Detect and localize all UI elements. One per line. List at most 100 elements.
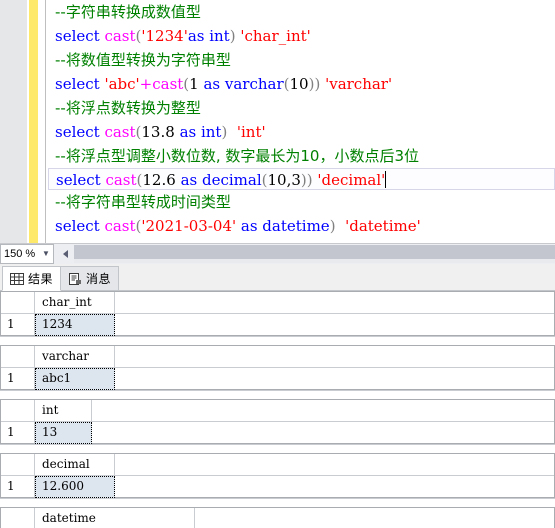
code-token-str: 'decimal' [317, 171, 386, 189]
editor-bottom-strip: 150 % ▼ [0, 243, 555, 264]
code-comment-line[interactable]: --将字符串型转成时间类型 [48, 190, 555, 214]
grid-header-filler [92, 400, 554, 422]
grid-header-filler [115, 346, 554, 368]
code-token-str: 'datetime' [345, 217, 421, 235]
grid-header-row: decimal [1, 454, 554, 476]
grid-cell[interactable]: 13 [35, 422, 92, 444]
grid-column-header[interactable]: varchar [35, 346, 115, 368]
grid-header-row: datetime [1, 508, 554, 528]
grid-column-header[interactable]: int [35, 400, 92, 422]
grid-row-number[interactable]: 1 [1, 368, 35, 390]
grid-column-header[interactable]: decimal [35, 454, 115, 476]
grid-corner-cell[interactable] [1, 508, 35, 528]
code-token-fn: cast [104, 27, 136, 45]
result-grid-body: varchar 1 abc1 [0, 345, 555, 390]
result-grid-body: int 1 13 [0, 399, 555, 444]
code-text-area[interactable]: --字符串转换成数值型 select cast('1234'as int) 'ch… [48, 0, 555, 243]
grid-header-filler [115, 454, 554, 476]
code-comment-line[interactable]: --将浮点型调整小数位数, 数字最长为10，小数点后3位 [48, 144, 555, 168]
grid-column-header[interactable]: char_int [35, 292, 115, 314]
tab-messages[interactable]: 消息 [60, 266, 120, 291]
grid-row-number[interactable]: 1 [1, 422, 35, 444]
table-row[interactable]: 1 13 [1, 422, 554, 444]
hscroll-left-button[interactable] [58, 245, 73, 263]
grid-corner-cell[interactable] [1, 454, 35, 476]
code-token-cmt: --将字符串型转成时间类型 [55, 193, 231, 211]
result-grid-body: decimal 1 12.600 [0, 453, 555, 498]
grid-header-row: varchar [1, 346, 554, 368]
grid-separator [0, 445, 555, 453]
code-token-str: 'varchar' [325, 75, 393, 93]
text-caret [385, 171, 387, 188]
grid-cell[interactable]: abc1 [35, 368, 115, 390]
chevron-down-icon[interactable]: ▼ [39, 250, 53, 258]
code-token-cmt: --将数值型转换为字符串型 [55, 51, 231, 69]
code-token-fn: cast [104, 123, 136, 141]
grid-header-filler [115, 292, 554, 314]
sql-code-editor[interactable]: --字符串转换成数值型 select cast('1234'as int) 'ch… [0, 0, 555, 243]
code-comment-line[interactable]: --字符串转换成数值型 [48, 0, 555, 24]
result-grid[interactable]: decimal 1 12.600 [0, 453, 555, 499]
code-token-fn: +cast [139, 75, 184, 93]
grid-column-header[interactable]: datetime [35, 508, 195, 528]
code-token-num: 13.8 [141, 123, 180, 141]
code-token-str: '2021-03-04' [141, 217, 237, 235]
ssms-window: --字符串转换成数值型 select cast('1234'as int) 'ch… [0, 0, 555, 528]
code-statement-line[interactable]: select cast('1234'as int) 'char_int' [48, 24, 555, 48]
triangle-left-icon [63, 250, 68, 258]
editor-margin-divider [45, 0, 46, 243]
code-comment-line[interactable]: --将浮点数转换为整型 [48, 96, 555, 120]
tab-results[interactable]: 结果 [2, 266, 62, 291]
code-token-num: 12.6 [142, 171, 181, 189]
table-row[interactable]: 1 abc1 [1, 368, 554, 390]
code-comment-line[interactable]: --将数值型转换为字符串型 [48, 48, 555, 72]
grid-row-number[interactable]: 1 [1, 314, 35, 336]
result-grid[interactable]: char_int 1 1234 [0, 291, 555, 337]
code-token-num [336, 217, 346, 235]
message-icon [68, 272, 82, 286]
result-grid[interactable]: datetime12021-03-04 00:00:00.000 [0, 507, 555, 528]
grid-row-filler [115, 314, 554, 336]
code-statement-line[interactable]: select cast('2021-03-04' as datetime) 'd… [48, 214, 555, 238]
grid-row-filler [115, 476, 554, 498]
code-token-kw: as varchar [203, 75, 284, 93]
code-token-kw: as decimal [180, 171, 262, 189]
grid-corner-cell[interactable] [1, 346, 35, 368]
editor-horizontal-scrollbar[interactable] [74, 245, 555, 263]
grid-cell[interactable]: 1234 [35, 314, 115, 336]
result-grid[interactable]: varchar 1 abc1 [0, 345, 555, 391]
code-statement-line[interactable]: select cast(12.6 as decimal(10,3)) 'deci… [48, 168, 555, 190]
grid-cell[interactable]: 12.600 [35, 476, 115, 498]
code-token-kw: select [55, 27, 105, 45]
code-token-kw: select [55, 75, 105, 93]
grid-row-filler [92, 422, 554, 444]
code-token-num: 1 [189, 75, 204, 93]
code-statement-line[interactable]: select 'abc'+cast(1 as varchar(10)) 'var… [48, 72, 555, 96]
result-grid[interactable]: int 1 13 [0, 399, 555, 445]
code-token-fn: cast [104, 217, 136, 235]
code-token-num: 10 [289, 75, 309, 93]
grid-corner-cell[interactable] [1, 400, 35, 422]
result-grid-body: char_int 1 1234 [0, 291, 555, 336]
grid-separator [0, 499, 555, 507]
code-token-str: 'abc' [104, 75, 140, 93]
editor-change-bar [29, 0, 38, 243]
code-token-kw: as int [179, 123, 222, 141]
code-token-cmt: --字符串转换成数值型 [55, 3, 201, 21]
results-grid-panel[interactable]: char_int 1 1234 varchar 1 abc1 int 1 13 decimal 1 1… [0, 291, 555, 528]
code-token-str: 'char_int' [240, 27, 311, 45]
grid-separator [0, 391, 555, 399]
grid-corner-cell[interactable] [1, 292, 35, 314]
table-row[interactable]: 1 1234 [1, 314, 554, 336]
table-row[interactable]: 1 12.600 [1, 476, 554, 498]
hscroll-thumb[interactable] [74, 245, 555, 259]
code-token-cmt: --将浮点数转换为整型 [55, 99, 201, 117]
code-statement-line[interactable]: select cast(13.8 as int) 'int' [48, 120, 555, 144]
code-token-kw: select [55, 217, 105, 235]
code-token-kw: select [56, 171, 106, 189]
grid-row-number[interactable]: 1 [1, 476, 35, 498]
code-token-kw: as datetime [236, 217, 330, 235]
results-tabstrip: 结果 消息 [0, 264, 555, 291]
grid-icon [10, 272, 24, 286]
zoom-level-dropdown[interactable]: 150 % ▼ [0, 244, 54, 264]
